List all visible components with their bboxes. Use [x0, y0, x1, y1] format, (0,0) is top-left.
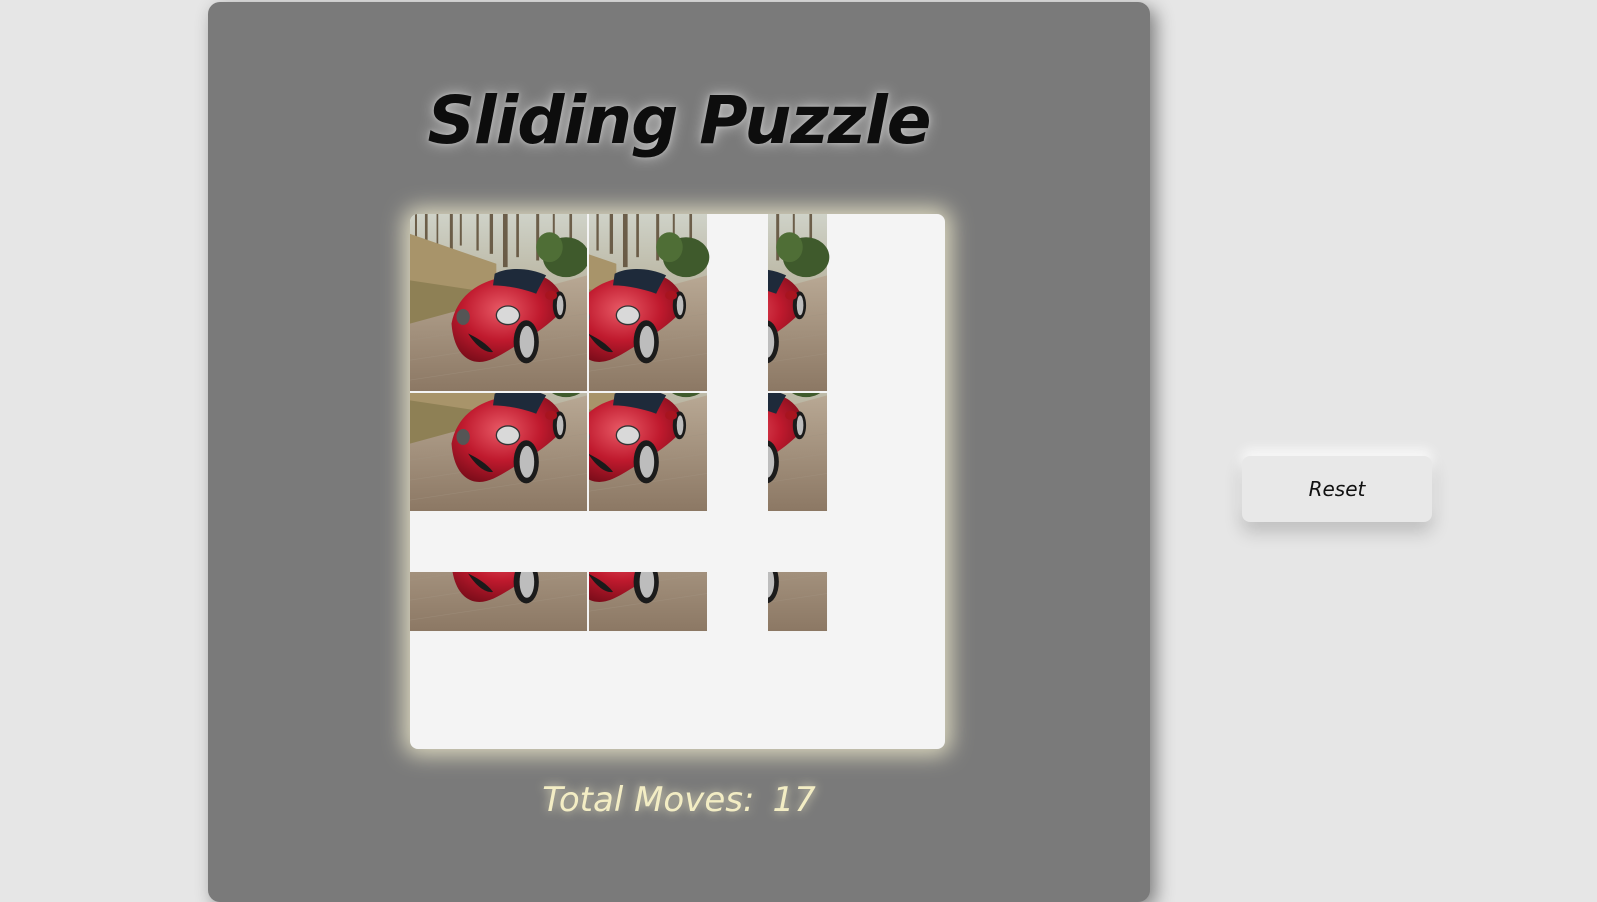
puzzle-tile-1[interactable] — [410, 214, 587, 391]
puzzle-tile-3[interactable] — [768, 214, 945, 391]
puzzle-tile-2[interactable] — [589, 214, 766, 391]
moves-counter: Total Moves: 17 — [208, 780, 1150, 820]
reset-button[interactable]: Reset — [1242, 456, 1432, 522]
puzzle-tile-image — [410, 572, 587, 632]
moves-value: 17 — [772, 780, 816, 820]
puzzle-tile-image — [768, 572, 830, 632]
game-panel: Sliding Puzzle Total Moves: 17 — [208, 2, 1150, 902]
puzzle-tile-image — [768, 393, 830, 512]
puzzle-tile-image — [410, 214, 587, 391]
puzzle-tile-4[interactable] — [410, 393, 587, 570]
puzzle-tile-image — [589, 572, 710, 632]
moves-label: Total Moves: — [542, 780, 755, 820]
puzzle-tile-image — [768, 214, 830, 391]
puzzle-board — [410, 214, 945, 749]
puzzle-tile-image — [589, 393, 710, 512]
puzzle-tile-image — [589, 214, 710, 391]
page-title: Sliding Puzzle — [427, 82, 931, 159]
puzzle-tile-7[interactable] — [410, 572, 587, 749]
puzzle-tile-9[interactable] — [768, 572, 945, 749]
puzzle-tile-6[interactable] — [768, 393, 945, 570]
puzzle-tile-8[interactable] — [589, 572, 766, 749]
puzzle-tile-image — [410, 393, 587, 512]
puzzle-tile-5[interactable] — [589, 393, 766, 570]
